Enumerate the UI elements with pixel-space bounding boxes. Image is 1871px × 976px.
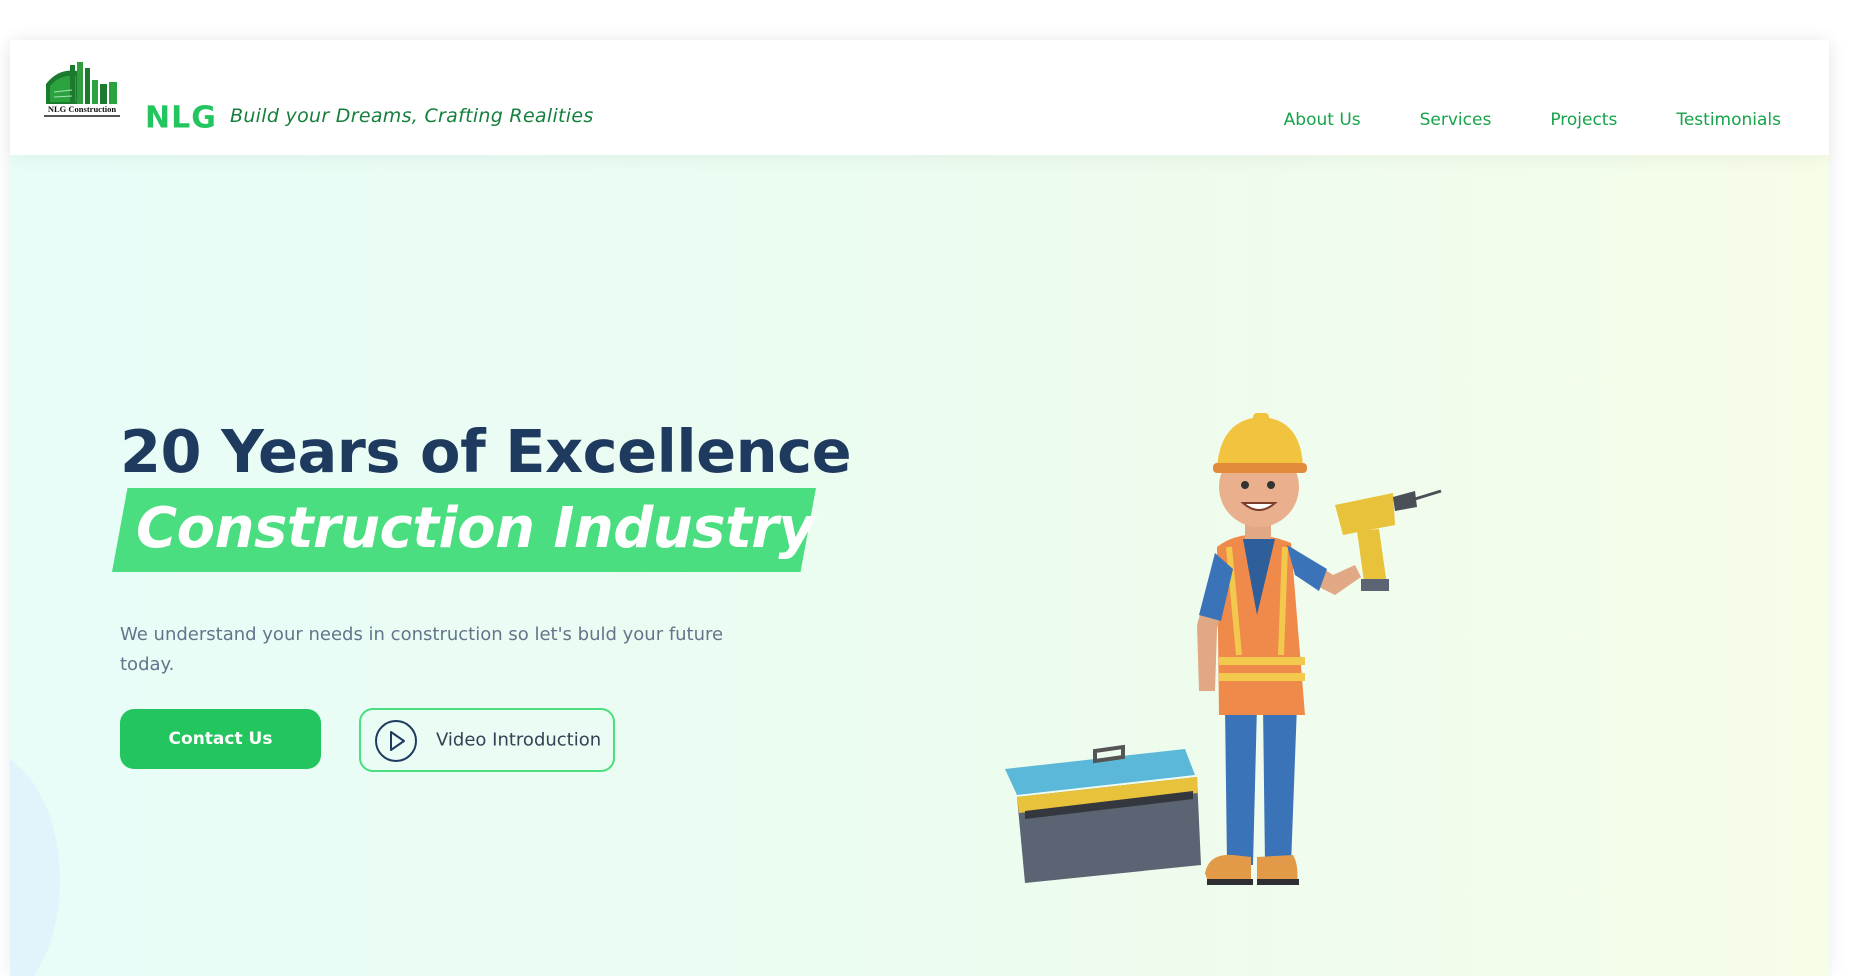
hero-highlight: Construction Industry — [112, 488, 816, 572]
logo-text: NLG Construction — [48, 104, 117, 114]
site-header: NLG Construction NLG Build your Dreams, … — [10, 40, 1829, 155]
video-introduction-label: Video Introduction — [436, 729, 602, 751]
brand-tagline: Build your Dreams, Crafting Realities — [230, 105, 594, 127]
hero-headline: 20 Years of Excellence — [120, 417, 852, 486]
play-circle-icon — [375, 720, 417, 762]
building-logo-icon[interactable]: NLG Construction — [42, 62, 122, 120]
decorative-blob — [10, 750, 60, 976]
hero-section: 20 Years of Excellence Construction Indu… — [10, 155, 1829, 976]
nav-link-projects[interactable]: Projects — [1550, 110, 1617, 130]
hero-description: We understand your needs in construction… — [120, 624, 724, 675]
nav-link-services[interactable]: Services — [1420, 110, 1492, 130]
page-frame: NLG Construction NLG Build your Dreams, … — [10, 40, 1829, 976]
construction-worker-illustration — [1005, 413, 1442, 885]
brand-name[interactable]: NLG — [145, 101, 217, 136]
main-nav: About Us Services Projects Testimonials — [1284, 110, 1781, 130]
toolbox-icon — [1005, 744, 1201, 883]
video-introduction-button[interactable]: Video Introduction — [359, 708, 615, 772]
contact-us-label: Contact Us — [168, 729, 273, 749]
nav-link-testimonials[interactable]: Testimonials — [1676, 110, 1781, 130]
nav-link-about-us[interactable]: About Us — [1284, 110, 1361, 130]
contact-us-button[interactable]: Contact Us — [120, 709, 321, 769]
hero-highlight-text: Construction Industry — [136, 496, 815, 561]
